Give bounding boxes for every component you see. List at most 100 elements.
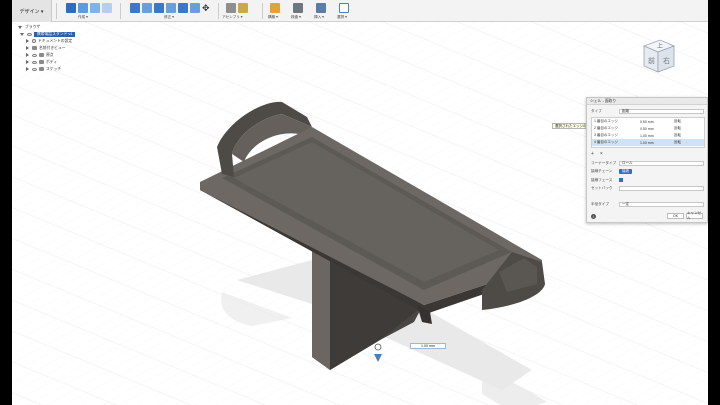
edge-distance[interactable]: 1.00 mm (640, 139, 654, 146)
tangent-faces-label: 接線フェース (591, 177, 613, 182)
ok-button[interactable]: OK (667, 213, 684, 219)
remove-icon[interactable]: × (600, 151, 603, 157)
view-cube[interactable]: 上 前 右 (634, 32, 682, 80)
browser-item-label: ドキュメントの設定 (38, 38, 73, 43)
gear-icon (32, 39, 36, 43)
viewcube-right-label[interactable]: 右 (663, 56, 670, 65)
setback-field[interactable] (619, 185, 704, 191)
edge-distance[interactable]: 0.50 mm (640, 118, 654, 125)
cancel-button[interactable]: キャンセル (686, 211, 703, 220)
browser-item[interactable]: ドキュメントの設定 (26, 38, 72, 44)
select-menu-label[interactable]: 選択 ▾ (337, 15, 347, 20)
distance-input[interactable]: 1.00 mm (410, 343, 446, 349)
revolve-icon[interactable] (90, 3, 100, 13)
main-toolbar: デザイン ▾ 作成 ▾ ✥ 修正 ▾ アセンブリ ▾ 構築 ▾ 検査 ▾ 挿入 … (12, 0, 708, 22)
flip-button[interactable]: 反転 (674, 125, 681, 132)
combine-icon[interactable] (178, 3, 188, 13)
browser-item[interactable]: スケッチ (26, 66, 61, 72)
select-icon[interactable] (339, 3, 349, 13)
edge-distance[interactable]: 1.00 mm (640, 132, 654, 139)
expand-icon[interactable] (26, 39, 29, 43)
expand-icon[interactable] (26, 60, 29, 64)
extrude-icon[interactable] (78, 3, 88, 13)
edge-row[interactable]: 2 番目のエッジ 0.50 mm 反転 (592, 125, 704, 132)
corner-type-label: コーナータイプ (591, 160, 617, 165)
collapse-icon[interactable] (18, 25, 22, 29)
construct-menu-label[interactable]: 構築 ▾ (268, 15, 278, 20)
create-group[interactable]: 作成 ▾ (60, 1, 116, 21)
browser-item[interactable]: 名前付きビュー (26, 45, 66, 51)
browser-item-label: ボディ (46, 59, 58, 64)
edge-name: 4 番目のエッジ (594, 140, 618, 144)
new-component-icon[interactable] (66, 3, 76, 13)
tangent-faces-checkbox[interactable] (619, 178, 623, 182)
assemble-menu-label[interactable]: アセンブリ ▾ (222, 15, 243, 20)
radius-type-row: 半径タイプ 一定 (591, 201, 704, 207)
expand-icon[interactable] (26, 53, 29, 57)
tangent-faces-row: 接線フェース (591, 177, 704, 183)
select-group[interactable]: 選択 ▾ (335, 1, 357, 21)
construct-group[interactable]: 構築 ▾ (266, 1, 288, 21)
modify-group[interactable]: ✥ 修正 ▾ (124, 1, 214, 21)
browser-document-row[interactable]: 携帯電話スタンド v1 (20, 31, 76, 37)
info-icon[interactable]: i (591, 214, 596, 219)
radius-type-select[interactable]: 一定 (619, 201, 704, 207)
construct-plane-icon[interactable] (270, 3, 280, 13)
fillet-icon[interactable] (142, 3, 152, 13)
tangent-chain-toggle[interactable]: 接続 (619, 168, 632, 174)
edge-distance[interactable]: 0.50 mm (640, 125, 654, 132)
viewcube-top-label[interactable]: 上 (657, 42, 663, 50)
folder-icon (32, 46, 37, 50)
letterbox-right (708, 0, 720, 405)
scale-icon[interactable] (190, 3, 200, 13)
viewcube-front-label[interactable]: 前 (648, 56, 655, 65)
browser-panel: ブラウザ 携帯電話スタンド v1 ドキュメントの設定 名前付きビュー 原点 ボデ… (18, 24, 98, 80)
corner-type-select[interactable]: ロール (619, 160, 704, 166)
expand-icon[interactable] (26, 46, 29, 50)
insert-image-icon[interactable] (316, 3, 326, 13)
tangent-row: 接線チェーン 接続 (591, 168, 704, 174)
box-icon[interactable] (102, 3, 112, 13)
as-built-joint-icon[interactable] (238, 3, 248, 13)
expand-icon[interactable] (26, 67, 29, 71)
tangent-chain-label: 接線チェーン (591, 168, 613, 173)
toolbar-divider (56, 3, 57, 19)
type-select[interactable]: 距離 (619, 108, 704, 114)
flip-button[interactable]: 反転 (674, 118, 681, 125)
edge-row-active[interactable]: 4 番目のエッジ 1.00 mm 反転 (592, 139, 704, 146)
move-icon[interactable]: ✥ (202, 3, 212, 13)
browser-item-label: 名前付きビュー (39, 45, 66, 50)
chamfer-icon[interactable] (154, 3, 164, 13)
document-title[interactable]: 携帯電話スタンド v1 (34, 31, 76, 37)
visibility-eye-icon[interactable] (32, 60, 37, 64)
browser-item[interactable]: 原点 (26, 52, 54, 58)
measure-icon[interactable] (293, 3, 303, 13)
press-pull-icon[interactable] (130, 3, 140, 13)
insert-menu-label[interactable]: 挿入 ▾ (314, 15, 324, 20)
flip-button[interactable]: 反転 (674, 132, 681, 139)
edge-name: 1 番目のエッジ (594, 119, 618, 123)
joint-icon[interactable] (226, 3, 236, 13)
add-icon[interactable]: + (591, 151, 594, 157)
dialog-title[interactable]: シェル - 面取り (587, 98, 707, 105)
insert-group[interactable]: 挿入 ▾ (312, 1, 334, 21)
workspace-switcher[interactable]: デザイン ▾ (12, 0, 52, 22)
modify-menu-label[interactable]: 修正 ▾ (164, 15, 174, 20)
flip-button[interactable]: 反転 (674, 139, 681, 146)
browser-item[interactable]: ボディ (26, 59, 57, 65)
browser-item-label: スケッチ (46, 66, 62, 71)
expand-icon[interactable] (20, 32, 24, 36)
inspect-menu-label[interactable]: 検査 ▾ (291, 15, 301, 20)
letterbox-left (0, 0, 12, 405)
visibility-eye-icon[interactable] (32, 53, 37, 57)
edge-row[interactable]: 1 番目のエッジ 0.50 mm 反転 (592, 118, 704, 125)
visibility-eye-icon[interactable] (32, 67, 37, 71)
visibility-eye-icon[interactable] (27, 32, 32, 36)
inspect-group[interactable]: 検査 ▾ (289, 1, 311, 21)
assemble-group[interactable]: アセンブリ ▾ (220, 1, 258, 21)
edge-name: 2 番目のエッジ (594, 126, 618, 130)
shell-icon[interactable] (166, 3, 176, 13)
browser-item-label: 原点 (46, 52, 54, 57)
edge-row[interactable]: 3 番目のエッジ 1.00 mm 反転 (592, 132, 704, 139)
create-menu-label[interactable]: 作成 ▾ (78, 15, 88, 20)
